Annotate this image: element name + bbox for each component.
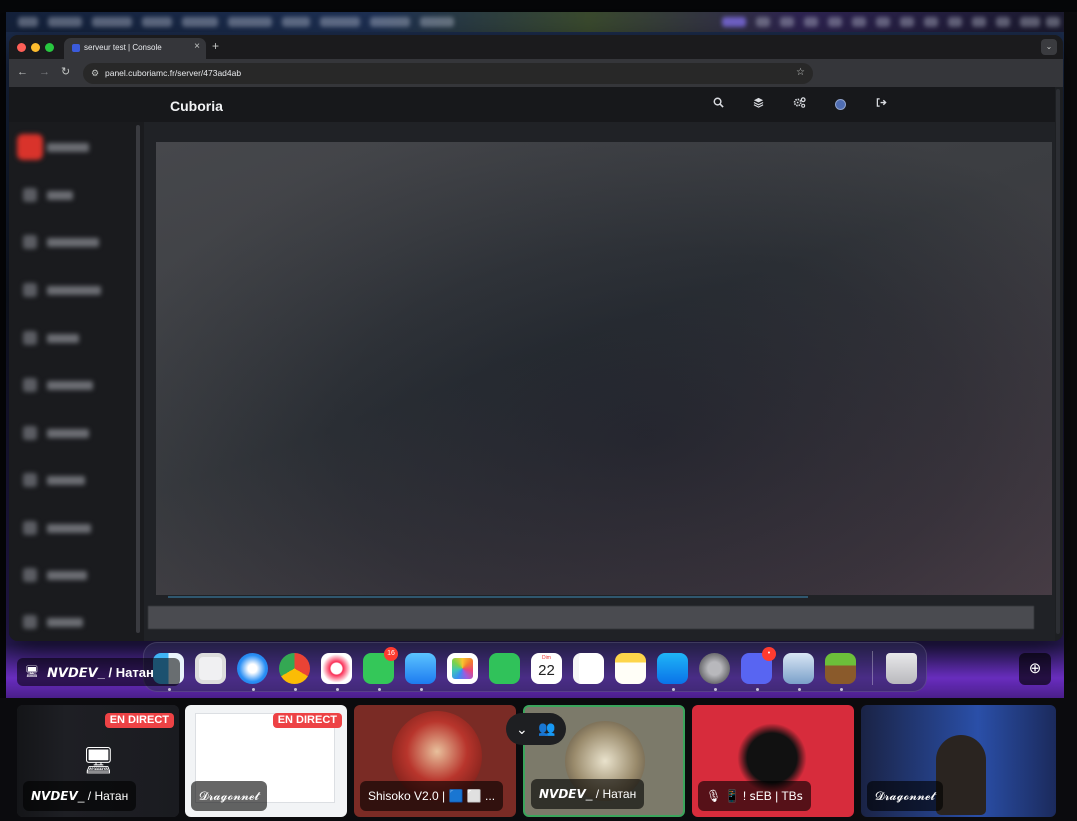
messages-badge: 16 xyxy=(384,647,398,661)
mail-icon[interactable] xyxy=(405,653,436,684)
site-favicon-icon xyxy=(72,44,80,52)
console-output xyxy=(156,142,1052,598)
chevron-down-icon: ⌄ xyxy=(516,721,528,737)
server-console-panel xyxy=(144,122,1055,641)
sidebar-item-console[interactable] xyxy=(17,134,121,160)
site-settings-icon[interactable]: ⚙ xyxy=(91,68,99,78)
dock-separator xyxy=(872,651,873,685)
participant-tile-dragonnet-camera[interactable]: 𝓓𝓻𝓪𝓰𝓸𝓷𝓷𝓮𝓽 xyxy=(861,705,1056,817)
zoom-icon[interactable]: ⊕ xyxy=(1019,653,1051,685)
show-participants-button[interactable]: ⌄ 👥 xyxy=(506,713,566,745)
minimize-window-button[interactable] xyxy=(31,43,40,52)
forward-button[interactable]: → xyxy=(39,65,50,79)
search-icon[interactable] xyxy=(711,97,725,111)
trash-icon[interactable] xyxy=(886,653,917,684)
app-store-icon[interactable] xyxy=(657,653,688,684)
sidebar-item-databases[interactable] xyxy=(21,232,121,252)
music-icon[interactable] xyxy=(321,653,352,684)
address-bar[interactable]: ⚙ panel.cuboriamc.fr/server/473ad4ab ☆ xyxy=(83,63,813,84)
photos-icon[interactable] xyxy=(447,653,478,684)
camera-feed xyxy=(936,735,986,815)
calendar-icon[interactable]: Dim 22 xyxy=(531,653,562,684)
stream-owner-label: 🖥 𝙉𝙑𝘿𝙀𝙑_ / Натан xyxy=(17,658,180,686)
chrome-icon[interactable] xyxy=(279,653,310,684)
macos-dock: 16 Dim 22 • xyxy=(143,642,927,692)
layers-icon[interactable] xyxy=(751,97,765,111)
tab-search-dropdown[interactable]: ⌄ xyxy=(1041,39,1057,55)
cogs-icon[interactable] xyxy=(792,97,806,111)
participant-name: 🎙 📱 ! ꜱEB | TBꜱ xyxy=(698,781,811,811)
discord-badge: • xyxy=(762,647,776,661)
disk-utility-icon[interactable] xyxy=(783,653,814,684)
minecraft-icon[interactable] xyxy=(825,653,856,684)
launchpad-icon[interactable] xyxy=(195,653,226,684)
sidebar-item-backups[interactable] xyxy=(21,375,121,395)
participant-name: 𝙉𝙑𝘿𝙀𝙑_ / Натан xyxy=(531,779,645,809)
sidebar-item-activity[interactable] xyxy=(21,565,121,585)
web-page: Cuboria xyxy=(9,87,1063,641)
page-scrollbar[interactable] xyxy=(1056,89,1060,634)
host-menubar xyxy=(6,12,1064,32)
stream-owner-name: 𝙉𝙑𝘿𝙀𝙑_ / Натан xyxy=(47,665,154,680)
tab-title: serveur test | Console xyxy=(84,43,162,52)
people-icon: 👥 xyxy=(538,720,556,736)
app-header: Cuboria xyxy=(9,87,1055,122)
url-text: panel.cuboriamc.fr/server/473ad4ab xyxy=(105,68,242,78)
browser-window: serveur test | Console × + ⌄ ← → ↻ ⚙ pan… xyxy=(9,35,1063,641)
tab-strip: serveur test | Console × + ⌄ xyxy=(9,35,1063,59)
participant-name: 𝓓𝓻𝓪𝓰𝓸𝓷𝓷𝓮𝓽 xyxy=(191,781,267,811)
sidebar xyxy=(9,122,144,641)
new-tab-button[interactable]: + xyxy=(212,39,219,53)
participant-tile-shisoko[interactable]: Shisoko V2.0 | 🟦 ⬜ ... xyxy=(354,705,516,817)
sidebar-item-network[interactable] xyxy=(21,423,121,443)
screen-root: serveur test | Console × + ⌄ ← → ↻ ⚙ pan… xyxy=(0,0,1077,821)
monitor-icon: 🖥 xyxy=(25,666,39,678)
browser-toolbar: ← → ↻ ⚙ panel.cuboriamc.fr/server/473ad4… xyxy=(9,59,1063,87)
participant-name: Shisoko V2.0 | 🟦 ⬜ ... xyxy=(360,781,504,811)
sidebar-item-files[interactable] xyxy=(21,185,121,205)
notes-icon[interactable] xyxy=(615,653,646,684)
maximize-window-button[interactable] xyxy=(45,43,54,52)
monitor-icon: 🖥 xyxy=(82,745,116,775)
console-command-input[interactable] xyxy=(148,606,1034,629)
sidebar-item-schedules[interactable] xyxy=(21,280,121,300)
safari-icon[interactable] xyxy=(237,653,268,684)
calendar-day: 22 xyxy=(538,662,555,679)
tab-serveur-test[interactable]: serveur test | Console × xyxy=(64,38,206,59)
brand-title[interactable]: Cuboria xyxy=(170,98,223,114)
reload-button[interactable]: ↻ xyxy=(61,65,70,79)
tab-close-icon[interactable]: × xyxy=(194,42,200,52)
system-settings-icon[interactable] xyxy=(699,653,730,684)
sidebar-item-users[interactable] xyxy=(21,328,121,348)
participant-name: 𝓓𝓻𝓪𝓰𝓸𝓷𝓷𝓮𝓽 xyxy=(867,781,943,811)
user-avatar[interactable] xyxy=(835,99,846,110)
participant-tile-dragonnet-stream[interactable]: EN DIRECT 𝓓𝓻𝓪𝓰𝓸𝓷𝓷𝓮𝓽 xyxy=(185,705,347,817)
sidebar-item-settings[interactable] xyxy=(21,518,121,538)
participant-tile-nvdev-stream[interactable]: EN DIRECT 🖥 𝙉𝙑𝘿𝙀𝙑_ / Натан xyxy=(17,705,179,817)
reminders-icon[interactable] xyxy=(573,653,604,684)
sidebar-scrollbar[interactable] xyxy=(136,125,140,633)
calendar-month: Dim xyxy=(542,655,551,661)
console-progress-line xyxy=(168,596,808,598)
sign-out-icon[interactable] xyxy=(874,97,888,111)
facetime-icon[interactable] xyxy=(489,653,520,684)
back-button[interactable]: ← xyxy=(17,65,28,79)
sidebar-item-startup[interactable] xyxy=(21,470,121,490)
participant-name: 𝙉𝙑𝘿𝙀𝙑_ / Натан xyxy=(23,781,137,811)
sidebar-item-admin[interactable] xyxy=(21,612,121,632)
window-edge xyxy=(1064,12,1077,702)
close-window-button[interactable] xyxy=(17,43,26,52)
bookmark-star-icon[interactable]: ☆ xyxy=(796,67,805,79)
live-badge: EN DIRECT xyxy=(272,713,342,728)
participant-tile-seb[interactable]: 🎙 📱 ! ꜱEB | TBꜱ xyxy=(692,705,854,817)
live-badge: EN DIRECT xyxy=(104,713,174,728)
